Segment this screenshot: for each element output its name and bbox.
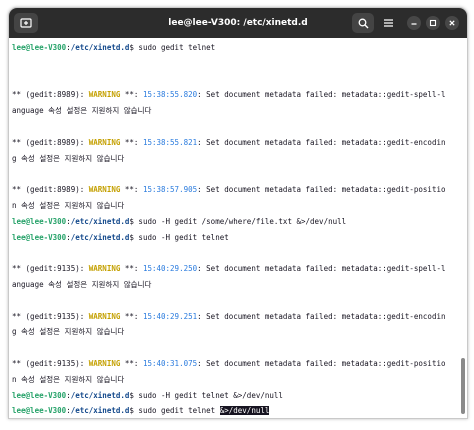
close-button[interactable] <box>445 16 459 30</box>
terminal-line: ** (gedit:8989): WARNING **: 15:38:57.90… <box>12 182 467 198</box>
prompt-user: lee@lee-V300 <box>12 232 67 242</box>
terminal-text: n 속성 설정은 지원하지 않습니다 <box>12 374 125 384</box>
terminal-text: **: <box>120 137 143 147</box>
terminal-line: g 속성 설정은 지원하지 않습니다 <box>12 151 467 167</box>
minimize-icon <box>411 23 417 25</box>
timestamp: 15:40:31.075 <box>142 358 198 368</box>
terminal-text: ** (gedit:9135): <box>12 358 89 368</box>
terminal-line: lee@lee-V300:/etc/xinetd.d$ sudo gedit t… <box>12 40 467 56</box>
prompt-user: lee@lee-V300 <box>12 216 67 226</box>
terminal-text: n 속성 설정은 지원하지 않습니다 <box>12 200 125 210</box>
maximize-icon <box>429 19 437 27</box>
terminal-text: ** (gedit:8989): <box>12 137 89 147</box>
hamburger-menu-icon <box>383 19 393 27</box>
prompt-path: /etc/xinetd.d <box>70 232 130 242</box>
prompt-path: /etc/xinetd.d <box>70 406 130 416</box>
maximize-button[interactable] <box>426 16 440 30</box>
prompt-path: /etc/xinetd.d <box>70 43 130 52</box>
selected-text: &>/dev/null <box>219 406 270 416</box>
search-icon <box>358 18 368 28</box>
new-tab-button[interactable] <box>14 13 38 33</box>
terminal-text: : Set document metadata failed: metadata… <box>197 137 446 147</box>
terminal-text: : Set document metadata failed: metadata… <box>197 185 446 195</box>
terminal-text: $ sudo -H gedit telnet &>/dev/null <box>129 390 283 400</box>
terminal-text: **: <box>120 311 143 321</box>
terminal-line: anguage 속성 설정은 지원하지 않습니다 <box>12 103 467 119</box>
terminal-text: g 속성 설정은 지원하지 않습니다 <box>12 327 125 337</box>
terminal-line: ** (gedit:9135): WARNING **: 15:40:29.25… <box>12 309 467 325</box>
warning-label: WARNING <box>88 90 121 100</box>
timestamp: 15:38:55.821 <box>142 137 198 147</box>
terminal-line: ** (gedit:9135): WARNING **: 15:40:29.25… <box>12 261 467 277</box>
terminal-text: : Set document metadata failed: metadata… <box>197 311 446 321</box>
warning-label: WARNING <box>88 185 121 195</box>
prompt-user: lee@lee-V300 <box>12 406 67 416</box>
terminal-text: : Set document metadata failed: metadata… <box>197 358 446 368</box>
terminal-text: ** (gedit:8989): <box>12 185 89 195</box>
terminal-text: $ sudo gedit telnet <box>129 43 216 52</box>
terminal-line: ** (gedit:8989): WARNING **: 15:38:55.82… <box>12 135 467 151</box>
minimize-button[interactable] <box>407 16 421 30</box>
terminal-text: $ sudo gedit telnet <box>129 406 220 416</box>
timestamp: 15:38:55.820 <box>142 90 198 100</box>
warning-label: WARNING <box>88 137 121 147</box>
terminal-output[interactable]: lee@lee-V300:/etc/xinetd.d$ sudo gedit t… <box>9 38 467 418</box>
close-icon <box>449 20 455 26</box>
terminal-text: $ sudo -H gedit /some/where/file.txt &>/… <box>129 216 347 226</box>
terminal-line: lee@lee-V300:/etc/xinetd.d$ sudo gedit t… <box>12 403 467 418</box>
terminal-line: n 속성 설정은 지원하지 않습니다 <box>12 372 467 388</box>
terminal-line: ** (gedit:8989): WARNING **: 15:38:55.82… <box>12 87 467 103</box>
terminal-text: ** (gedit:9135): <box>12 264 89 274</box>
warning-label: WARNING <box>88 311 121 321</box>
timestamp: 15:40:29.251 <box>142 311 198 321</box>
warning-label: WARNING <box>88 358 121 368</box>
terminal-text: $ sudo -H gedit telnet <box>129 232 229 242</box>
timestamp: 15:40:29.250 <box>142 264 198 274</box>
terminal-text: ** (gedit:8989): <box>12 90 89 100</box>
terminal-text: g 속성 설정은 지원하지 않습니다 <box>12 153 125 163</box>
prompt-user: lee@lee-V300 <box>12 43 67 52</box>
terminal-line: anguage 속성 설정은 지원하지 않습니다 <box>12 277 467 293</box>
terminal-text: : Set document metadata failed: metadata… <box>197 264 446 274</box>
prompt-path: /etc/xinetd.d <box>70 216 130 226</box>
title-bar[interactable]: lee@lee-V300: /etc/xinetd.d <box>9 8 467 38</box>
terminal-line: ** (gedit:9135): WARNING **: 15:40:31.07… <box>12 356 467 372</box>
warning-label: WARNING <box>88 264 121 274</box>
terminal-line: lee@lee-V300:/etc/xinetd.d$ sudo -H gedi… <box>12 388 467 404</box>
terminal-text: **: <box>120 358 143 368</box>
timestamp: 15:38:57.905 <box>142 185 198 195</box>
new-tab-icon <box>20 18 32 28</box>
scrollbar[interactable] <box>461 358 465 414</box>
terminal-line: n 속성 설정은 지원하지 않습니다 <box>12 198 467 214</box>
terminal-text: anguage 속성 설정은 지원하지 않습니다 <box>12 279 152 289</box>
menu-button[interactable] <box>377 13 399 33</box>
terminal-line: g 속성 설정은 지원하지 않습니다 <box>12 324 467 340</box>
terminal-text: anguage 속성 설정은 지원하지 않습니다 <box>12 106 152 116</box>
terminal-text: ** (gedit:9135): <box>12 311 89 321</box>
terminal-text: : Set document metadata failed: metadata… <box>197 90 446 100</box>
terminal-line: lee@lee-V300:/etc/xinetd.d$ sudo -H gedi… <box>12 214 467 230</box>
search-button[interactable] <box>352 13 374 33</box>
terminal-text: **: <box>120 185 143 195</box>
terminal-line: lee@lee-V300:/etc/xinetd.d$ sudo -H gedi… <box>12 230 467 246</box>
prompt-path: /etc/xinetd.d <box>70 390 130 400</box>
terminal-text: **: <box>120 90 143 100</box>
terminal-window: lee@lee-V300: /etc/xinetd.d lee@lee-V300… <box>8 7 468 419</box>
terminal-text: **: <box>120 264 143 274</box>
prompt-user: lee@lee-V300 <box>12 390 67 400</box>
